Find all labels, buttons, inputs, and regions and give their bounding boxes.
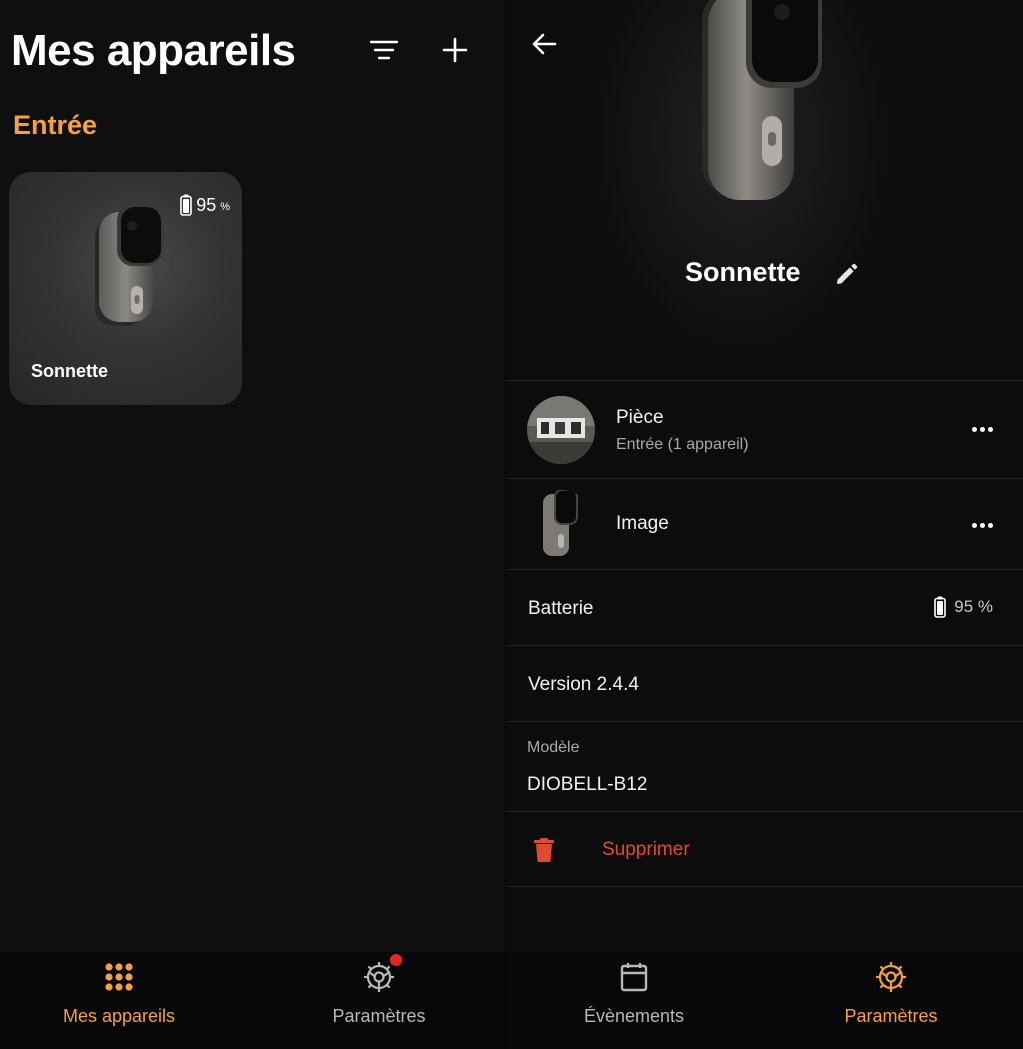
device-hero: Sonnette bbox=[506, 0, 1023, 380]
device-name: Sonnette bbox=[685, 257, 801, 287]
image-more-button[interactable] bbox=[967, 515, 997, 535]
battery-info: 95 % bbox=[934, 596, 993, 618]
page-title: Mes appareils bbox=[11, 26, 296, 75]
grid-icon bbox=[103, 960, 135, 994]
image-row[interactable]: Image bbox=[506, 478, 1023, 569]
battery-indicator: 95% bbox=[180, 194, 230, 216]
delete-row[interactable]: Supprimer bbox=[506, 811, 1023, 887]
room-more-button[interactable] bbox=[967, 419, 997, 439]
doorbell-hero-image bbox=[702, 0, 822, 200]
devices-screen: Mes appareils Entrée 95% Sonnette Mes ap… bbox=[0, 0, 505, 1049]
model-label: Modèle bbox=[527, 739, 580, 756]
plus-icon bbox=[442, 37, 468, 63]
battery-row: Batterie 95 % bbox=[506, 569, 1023, 645]
bottom-nav: Évènements Paramètres bbox=[506, 952, 1023, 1049]
room-row[interactable]: Pièce Entrée (1 appareil) bbox=[506, 380, 1023, 478]
screens: Mes appareils Entrée 95% Sonnette Mes ap… bbox=[0, 0, 1023, 1049]
doorbell-image bbox=[95, 204, 163, 326]
sort-icon bbox=[369, 40, 399, 60]
device-card-name: Sonnette bbox=[31, 361, 109, 381]
nav-label: Mes appareils bbox=[62, 1006, 176, 1026]
room-label: Pièce bbox=[616, 407, 664, 428]
device-card[interactable]: 95% Sonnette bbox=[9, 172, 242, 405]
nav-item-settings[interactable]: Paramètres bbox=[329, 952, 429, 1049]
battery-value: 95 bbox=[196, 194, 217, 215]
device-detail-screen: Sonnette Pièce Entrée (1 appareil) Image… bbox=[506, 0, 1023, 1049]
delete-label: Supprimer bbox=[602, 839, 690, 860]
section-title: Entrée bbox=[13, 110, 98, 140]
room-thumbnail bbox=[527, 396, 595, 464]
settings-icon bbox=[362, 954, 402, 994]
battery-label: Batterie bbox=[528, 598, 594, 619]
battery-icon bbox=[180, 194, 192, 216]
trash-icon bbox=[534, 838, 554, 862]
version-row: Version 2.4.4 bbox=[506, 645, 1023, 721]
notification-dot bbox=[390, 954, 402, 966]
room-value: Entrée (1 appareil) bbox=[616, 436, 749, 453]
image-thumbnail bbox=[527, 490, 595, 558]
model-row: Modèle DIOBELL-B12 bbox=[506, 721, 1023, 811]
battery-value: 95 % bbox=[954, 597, 993, 616]
back-button[interactable] bbox=[526, 26, 562, 62]
edit-name-button[interactable] bbox=[832, 261, 860, 289]
bottom-nav: Mes appareils Paramètres bbox=[0, 952, 505, 1049]
add-device-button[interactable] bbox=[435, 30, 475, 70]
nav-label: Évènements bbox=[583, 1006, 685, 1026]
image-label: Image bbox=[616, 513, 669, 534]
sort-button[interactable] bbox=[364, 30, 404, 70]
nav-label: Paramètres bbox=[332, 1006, 426, 1026]
nav-item-events[interactable]: Évènements bbox=[579, 952, 689, 1049]
settings-icon bbox=[874, 960, 908, 994]
nav-item-devices[interactable]: Mes appareils bbox=[59, 952, 179, 1049]
battery-icon bbox=[934, 596, 947, 618]
arrow-left-icon bbox=[532, 33, 557, 55]
nav-label: Paramètres bbox=[844, 1006, 938, 1026]
model-value: DIOBELL-B12 bbox=[527, 774, 648, 795]
pencil-icon bbox=[837, 263, 858, 284]
version-label: Version 2.4.4 bbox=[528, 674, 639, 695]
battery-unit: % bbox=[220, 201, 230, 213]
calendar-icon bbox=[619, 960, 649, 994]
nav-item-settings[interactable]: Paramètres bbox=[841, 952, 941, 1049]
